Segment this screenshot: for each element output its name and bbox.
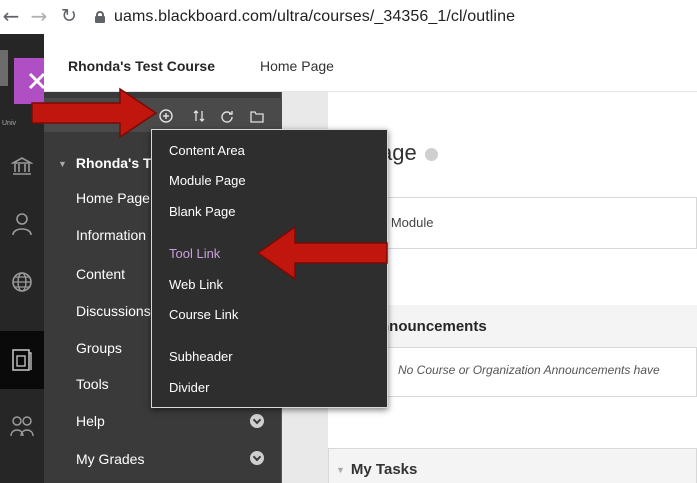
menu-item-tools[interactable]: Tools: [76, 376, 109, 392]
dropdown-item-web-link[interactable]: Web Link: [169, 277, 223, 292]
globe-icon[interactable]: [0, 262, 44, 302]
refresh-icon[interactable]: [218, 107, 236, 125]
forward-arrow-icon[interactable]: →: [28, 4, 50, 28]
institution-page-icon[interactable]: [0, 146, 44, 186]
dropdown-item-course-link[interactable]: Course Link: [169, 307, 238, 322]
collapse-triangle-icon[interactable]: ▼: [336, 465, 345, 475]
lock-icon: [95, 11, 105, 23]
url-text[interactable]: uams.blackboard.com/ultra/courses/_34356…: [114, 8, 515, 26]
menu-item-my-grades[interactable]: My Grades: [76, 451, 144, 467]
dropdown-item-blank-page[interactable]: Blank Page: [169, 204, 236, 219]
menu-item-home-page[interactable]: Home Page: [76, 190, 150, 206]
address-bar[interactable]: uams.blackboard.com/ultra/courses/_34356…: [95, 5, 515, 29]
screenshot-root: ← → ↻ uams.blackboard.com/ultra/courses/…: [0, 0, 697, 483]
dropdown-item-content-area[interactable]: Content Area: [169, 143, 245, 158]
menu-item-content[interactable]: Content: [76, 266, 125, 282]
course-menu-root-label: Rhonda's T: [75, 155, 152, 171]
page-title: age: [380, 140, 438, 166]
dropdown-item-module-page[interactable]: Module Page: [169, 173, 246, 188]
dropdown-item-subheader[interactable]: Subheader: [169, 349, 233, 364]
course-header: Rhonda's Test Course Home Page: [44, 34, 697, 92]
menu-item-discussions[interactable]: Discussions: [76, 303, 151, 319]
menu-item-help[interactable]: Help: [76, 413, 105, 429]
tasks-title-text: My Tasks: [350, 461, 418, 478]
tasks-title[interactable]: ▼ My Tasks: [336, 461, 417, 478]
browser-toolbar: ← → ↻ uams.blackboard.com/ultra/courses/…: [0, 0, 697, 34]
red-arrow-pointing-tool-link: [256, 225, 388, 281]
announcements-title: nnouncements: [380, 318, 487, 335]
profile-icon[interactable]: [0, 204, 44, 244]
collapse-triangle-icon[interactable]: ▼: [58, 159, 67, 169]
dropdown-item-divider[interactable]: Divider: [169, 380, 209, 395]
page-options-chevron-icon[interactable]: [424, 147, 438, 161]
my-grades-options-chevron-icon[interactable]: [250, 451, 264, 465]
course-menu-root[interactable]: ▼ Rhonda's T: [58, 155, 152, 171]
red-arrow-pointing-add-icon: [31, 87, 158, 139]
folder-view-icon[interactable]: [248, 107, 266, 125]
reload-icon[interactable]: ↻: [58, 4, 80, 28]
menu-item-information[interactable]: Information: [76, 227, 146, 243]
organizations-icon[interactable]: [0, 406, 44, 446]
announcements-empty-message: No Course or Organization Announcements …: [398, 363, 660, 377]
breadcrumb-home-page[interactable]: Home Page: [260, 58, 334, 74]
logo-text: Univ: [2, 120, 17, 127]
courses-icon[interactable]: [0, 340, 44, 380]
reorder-icon[interactable]: [190, 107, 208, 125]
course-title[interactable]: Rhonda's Test Course: [68, 58, 215, 74]
help-options-chevron-icon[interactable]: [250, 414, 264, 428]
dropdown-item-tool-link[interactable]: Tool Link: [169, 246, 220, 261]
menu-item-groups[interactable]: Groups: [76, 340, 122, 356]
back-arrow-icon[interactable]: ←: [0, 4, 22, 28]
